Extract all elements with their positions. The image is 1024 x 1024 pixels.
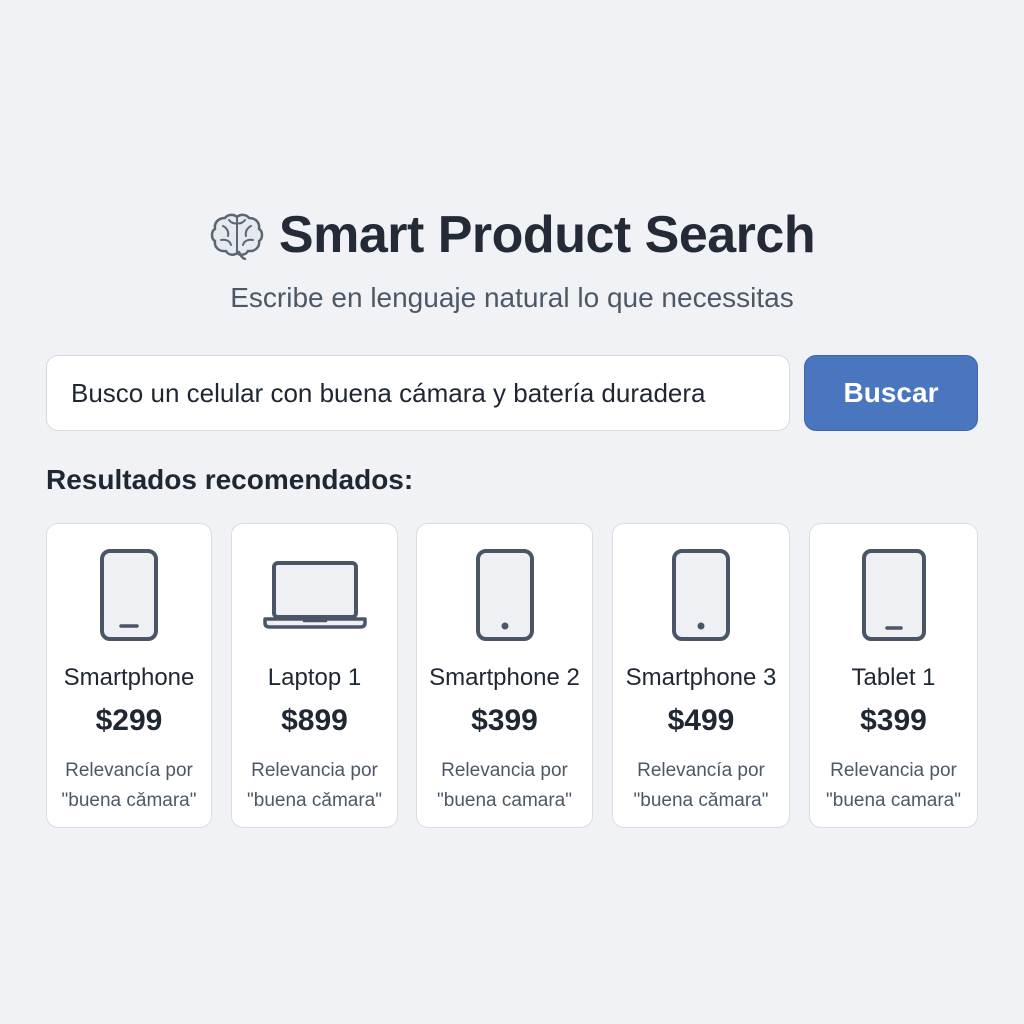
page: Smart Product Search Escribe en lenguaje… [0,0,1024,1024]
product-relevance: Relevancía por "buena cǎmara" [613,756,789,816]
product-name: Tablet 1 [851,664,936,691]
product-card[interactable]: Smartphone 2 $399 Relevancia por "buena … [416,523,593,828]
relevance-line: Relevancía por [637,760,765,781]
product-name: Smartphone [63,664,195,691]
tablet-icon [810,548,977,642]
brain-icon [209,210,265,261]
product-card[interactable]: Smartphone 3 $499 Relevancía por "buena … [612,523,790,828]
laptop-icon [232,548,397,642]
product-name: Laptop 1 [267,664,362,691]
relevance-line: Relevancia por [251,760,378,781]
relevance-line: Relevancia por [441,760,568,781]
smartphone-icon [417,548,592,642]
search-button[interactable]: Buscar [804,355,978,431]
relevance-line: Relevancia por [830,760,957,781]
relevance-query: "buena cǎmara" [247,790,382,811]
smartphone-icon [613,548,789,642]
relevance-line: Relevancía por [65,760,193,781]
product-price: $299 [95,704,163,737]
product-relevance: Relevancia por "buena camara" [810,756,977,816]
title-row: Smart Product Search [0,200,1024,270]
product-price: $899 [281,704,348,737]
product-price: $499 [667,704,735,737]
product-price: $399 [860,704,927,737]
relevance-query: "buena cǎmara" [633,790,769,811]
product-name: Smartphone 2 [429,664,580,691]
product-name: Smartphone 3 [625,664,777,691]
product-relevance: Relevancia por "buena camara" [417,756,592,816]
relevance-query: "buena camara" [826,790,961,811]
product-relevance: Relevancia por "buena cǎmara" [232,756,397,816]
relevance-query: "buena cǎmara" [61,790,197,811]
smartphone-icon [47,548,211,642]
relevance-query: "buena camara" [437,790,572,811]
product-price: $399 [471,704,538,737]
page-title: Smart Product Search [278,206,816,264]
search-bar: Buscar [46,355,978,431]
product-card[interactable]: Laptop 1 $899 Relevancia por "buena cǎma… [231,523,398,828]
results-heading: Resultados recomendados: [46,464,414,495]
product-relevance: Relevancía por "buena cǎmara" [47,756,211,816]
product-card[interactable]: Tablet 1 $399 Relevancia por "buena cama… [809,523,978,828]
header: Smart Product Search Escribe en lenguaje… [0,200,1024,314]
product-card[interactable]: Smartphone $299 Relevancía por "buena cǎ… [46,523,212,828]
page-subtitle: Escribe en lenguaje natural lo que neces… [230,282,794,313]
search-input[interactable] [46,355,790,431]
